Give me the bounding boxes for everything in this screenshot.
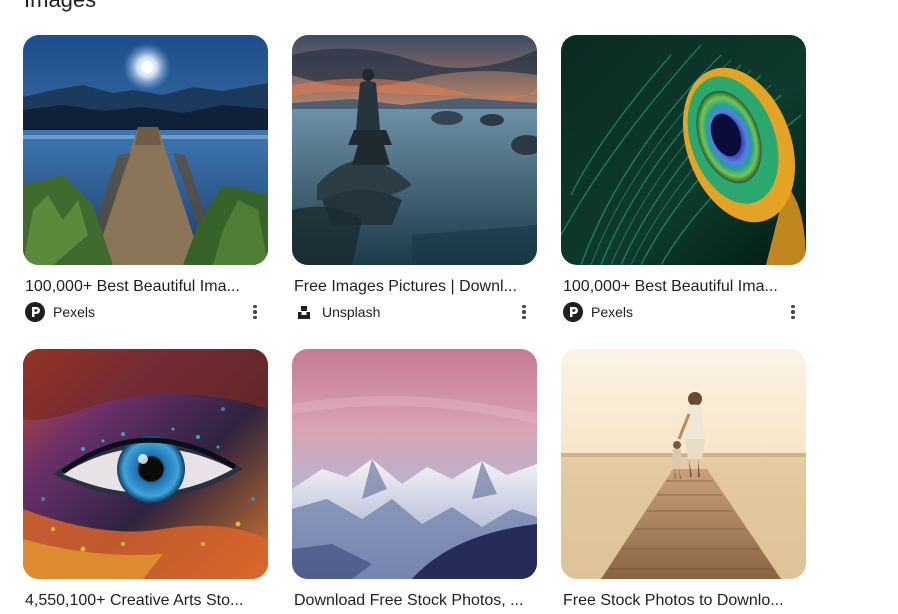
section-title: Images (24, 0, 96, 14)
image-result-card: Free Stock Photos to Downlo... (561, 349, 807, 611)
dot (253, 310, 257, 314)
dot (791, 315, 795, 320)
result-title[interactable]: Free Stock Photos to Downlo... (561, 591, 803, 611)
moonlit-lake-dock-image[interactable] (23, 35, 268, 265)
colorful-eye-image[interactable] (23, 349, 268, 579)
source-row: Pexels (561, 301, 806, 323)
dot (522, 310, 526, 314)
peacock-feather-image[interactable] (561, 35, 806, 265)
more-options-button[interactable] (244, 301, 266, 323)
result-title[interactable]: 100,000+ Best Beautiful Ima... (23, 277, 265, 297)
dot (253, 304, 257, 309)
dot (791, 304, 795, 309)
dot (522, 315, 526, 320)
image-result-card: 4,550,100+ Creative Arts Sto... (23, 349, 269, 611)
source-name[interactable]: Unsplash (322, 303, 380, 321)
pexels-logo-icon (563, 302, 583, 322)
source-row: Pexels (23, 301, 268, 323)
result-title[interactable]: Free Images Pictures | Downl... (292, 277, 534, 297)
source-row: Unsplash (292, 301, 537, 323)
result-title[interactable]: 100,000+ Best Beautiful Ima... (561, 277, 803, 297)
source-name[interactable]: Pexels (53, 303, 95, 321)
dot (522, 304, 526, 309)
image-result-card: Download Free Stock Photos, ... (292, 349, 538, 611)
dot (791, 310, 795, 314)
image-result-card: 100,000+ Best Beautiful Ima... Pexels (561, 35, 807, 323)
person-on-rock-sunset-image[interactable] (292, 35, 537, 265)
result-title[interactable]: Download Free Stock Photos, ... (292, 591, 534, 611)
image-result-card: 100,000+ Best Beautiful Ima... Pexels (23, 35, 269, 323)
snowy-mountains-pink-sky-image[interactable] (292, 349, 537, 579)
pexels-logo-icon (25, 302, 45, 322)
unsplash-logo-icon (294, 302, 314, 322)
source-name[interactable]: Pexels (591, 303, 633, 321)
more-options-button[interactable] (782, 301, 804, 323)
more-options-button[interactable] (513, 301, 535, 323)
result-title[interactable]: 4,550,100+ Creative Arts Sto... (23, 591, 265, 611)
mother-child-pier-image[interactable] (561, 349, 806, 579)
image-result-card: Free Images Pictures | Downl... Unsplash (292, 35, 538, 323)
dot (253, 315, 257, 320)
